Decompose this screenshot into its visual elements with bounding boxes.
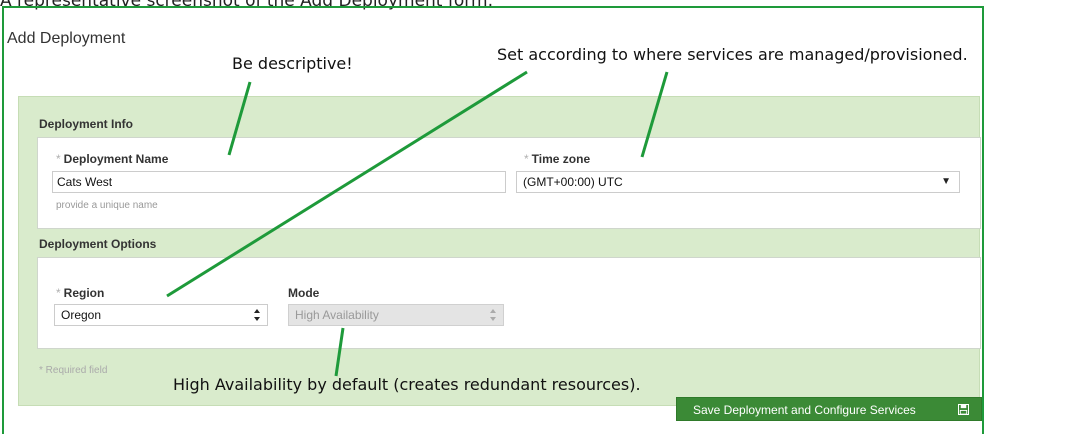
mode-value: High Availability [295,308,379,322]
deployment-name-help: provide a unique name [56,200,158,211]
deployment-name-input[interactable]: Cats West [52,171,506,193]
required-field-note: * Required field [39,365,108,376]
annotation-timezone: Set according to where services are mana… [497,45,968,64]
deployment-info-box: * Deployment Name Cats West provide a uni… [37,137,981,229]
floppy-disk-icon [958,404,969,415]
required-asterisk: * [56,286,61,300]
page-title: Add Deployment [7,30,126,47]
dropdown-caret-icon: ▼ [941,176,951,187]
mode-label: Mode [288,286,320,300]
updown-arrows-icon [254,309,261,321]
updown-arrows-icon [490,309,497,321]
deployment-name-label: * Deployment Name [56,152,169,166]
required-asterisk: * [56,152,61,166]
time-zone-value: (GMT+00:00) UTC [523,175,623,189]
mode-select: High Availability [288,304,504,326]
save-button-label: Save Deployment and Configure Services [693,403,916,417]
annotation-name: Be descriptive! [232,54,353,73]
region-select[interactable]: Oregon [54,304,268,326]
form-panel: Deployment Info * Deployment Name Cats We… [18,96,981,406]
section-header-deployment-info: Deployment Info [39,117,134,131]
annotation-mode: High Availability by default (creates re… [173,375,641,394]
time-zone-select[interactable]: (GMT+00:00) UTC ▼ [516,171,960,193]
region-label: * Region [56,286,105,300]
section-header-deployment-options: Deployment Options [39,237,157,251]
save-deployment-button[interactable]: Save Deployment and Configure Services [676,397,982,421]
time-zone-label: * Time zone [524,152,591,166]
deployment-options-box: * Region Oregon Mode High Availability [37,257,981,349]
region-value: Oregon [61,308,102,322]
required-asterisk: * [524,152,529,166]
